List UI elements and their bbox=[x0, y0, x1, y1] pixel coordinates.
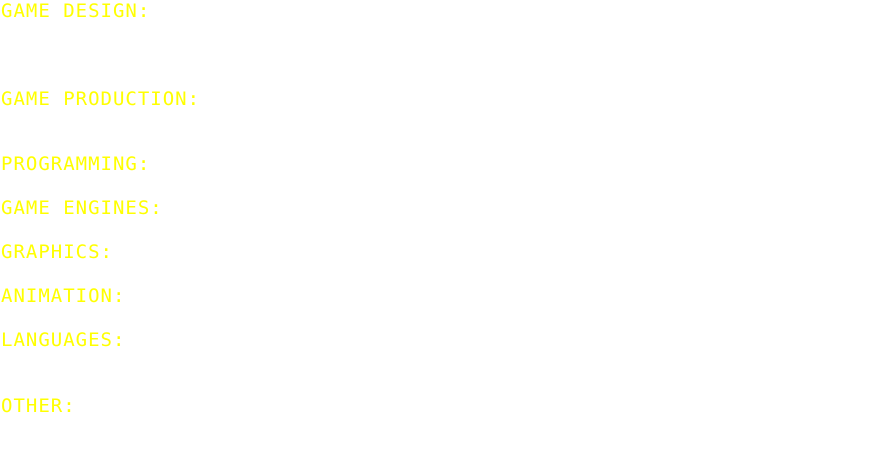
game-engines-heading: GAME ENGINES: bbox=[1, 197, 163, 219]
animation-heading: ANIMATION: bbox=[1, 285, 126, 307]
other-heading: OTHER: bbox=[1, 395, 76, 417]
game-design-heading: GAME DESIGN: bbox=[1, 0, 151, 22]
languages-heading: LANGUAGES: bbox=[1, 329, 126, 351]
graphics-heading: GRAPHICS: bbox=[1, 241, 113, 263]
game-production-heading: GAME PRODUCTION: bbox=[1, 88, 201, 110]
skills-section-list: GAME DESIGN: GAME PRODUCTION: PROGRAMMIN… bbox=[0, 0, 875, 468]
programming-heading: PROGRAMMING: bbox=[1, 153, 151, 175]
